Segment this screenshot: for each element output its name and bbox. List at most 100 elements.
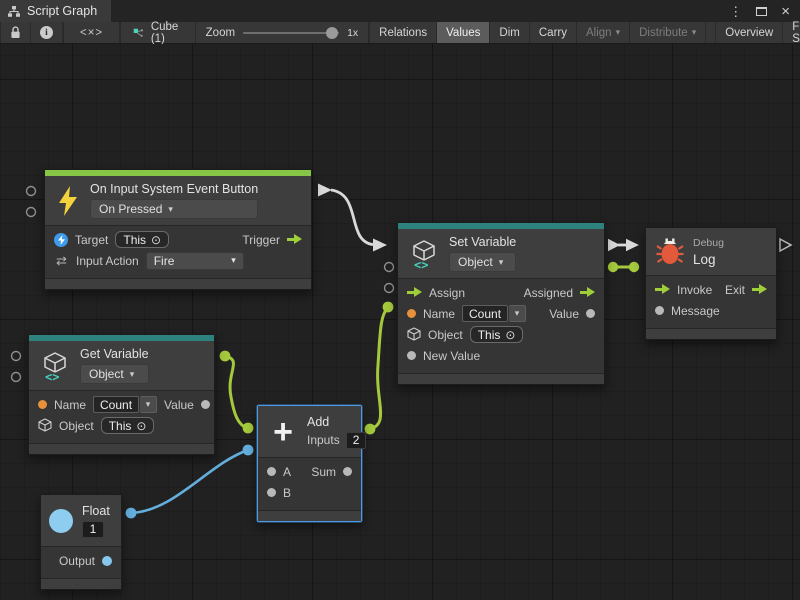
output-port[interactable] [102, 556, 112, 566]
assigned-label: Assigned [524, 286, 573, 300]
invoke-input-port[interactable] [655, 284, 670, 295]
get-variable-object-chip[interactable]: This ⊙ [101, 417, 155, 434]
sum-output-port[interactable] [343, 467, 352, 476]
relations-button[interactable]: Relations [369, 22, 437, 43]
variable-name-dropdown[interactable]: Count ▾ [93, 396, 157, 413]
object-label: Object [428, 328, 463, 342]
chevron-down-icon: ▾ [499, 257, 504, 268]
value-output-port[interactable] [586, 309, 595, 318]
set-variable-kind-dropdown[interactable]: Object ▾ [449, 252, 516, 272]
wire-trigger-start-arrow[interactable] [318, 184, 332, 197]
port-getvar-name-unconnected[interactable] [12, 352, 21, 361]
wire-getvalue-a-end[interactable] [243, 423, 254, 434]
chevron-down-icon: ▾ [616, 27, 621, 38]
assign-label: Assign [429, 286, 465, 300]
node-get-variable[interactable]: <> Get Variable Object ▾ Name Count ▾ [28, 334, 215, 455]
window-menu-icon[interactable]: ⋮ [729, 5, 742, 18]
name-input-port[interactable] [407, 309, 416, 318]
a-input-port[interactable] [267, 467, 276, 476]
event-target-value: This [123, 233, 146, 247]
port-event-action-unconnected[interactable] [27, 208, 36, 217]
wire-value-message-end[interactable] [629, 262, 639, 272]
get-variable-kind-value: Object [89, 367, 124, 381]
inputs-count-field[interactable]: 2 [346, 432, 367, 449]
assigned-output-port[interactable] [580, 287, 595, 298]
get-variable-kind-dropdown[interactable]: Object ▾ [80, 364, 149, 384]
event-mode-dropdown[interactable]: On Pressed ▾ [90, 199, 258, 219]
wire-float-b-end[interactable] [243, 445, 254, 456]
sum-label: Sum [311, 465, 336, 479]
port-setvar-object-unconnected[interactable] [385, 284, 394, 293]
node-footer [398, 373, 604, 384]
zoom-slider-knob[interactable] [326, 27, 338, 39]
dim-label: Dim [499, 27, 519, 39]
port-getvar-object-unconnected[interactable] [12, 373, 21, 382]
b-input-port[interactable] [267, 488, 276, 497]
script-graph-window: Script Graph ⋮ × i <×> [0, 0, 800, 600]
set-variable-object-chip[interactable]: This ⊙ [470, 326, 524, 343]
fullscreen-button[interactable]: Full Screen [783, 22, 800, 43]
align-button[interactable]: Align▾ [577, 22, 630, 43]
name-label: Name [54, 398, 86, 412]
node-debug-log[interactable]: Debug Log Invoke Exit Message [645, 227, 777, 340]
fullscreen-label: Full Screen [792, 21, 800, 45]
graph-target-icon [133, 26, 144, 40]
code-view-button[interactable]: <×> [64, 22, 120, 43]
values-label: Values [446, 27, 480, 39]
carry-button[interactable]: Carry [530, 22, 577, 43]
chevron-down-icon: ▾ [130, 369, 135, 380]
node-footer [29, 443, 214, 454]
input-action-dropdown[interactable]: Fire ▾ [146, 252, 244, 270]
info-icon: i [40, 26, 53, 39]
node-title: On Input System Event Button [90, 182, 258, 196]
float-value-field[interactable]: 1 [82, 521, 104, 538]
port-exit-unconnected[interactable] [780, 239, 791, 251]
inspect-button[interactable]: i [31, 22, 63, 43]
values-button[interactable]: Values [437, 22, 490, 43]
node-float-literal[interactable]: Float 1 Output [40, 494, 122, 590]
wire-float-b[interactable] [131, 450, 248, 513]
variable-cube-icon: <> [39, 350, 71, 382]
close-icon[interactable]: × [781, 4, 790, 19]
variable-name-value: Count [462, 305, 508, 322]
get-variable-object-value: This [109, 419, 132, 433]
wire-sum-newvalue[interactable] [370, 308, 388, 429]
tab-script-graph[interactable]: Script Graph [0, 0, 111, 22]
value-output-port[interactable] [201, 400, 210, 409]
assign-input-port[interactable] [407, 287, 422, 298]
output-label: Output [59, 554, 95, 568]
variable-name-dropdown[interactable]: Count ▾ [462, 305, 526, 322]
port-event-target-unconnected[interactable] [27, 187, 36, 196]
new-value-label: New Value [423, 349, 480, 363]
new-value-input-port[interactable] [407, 351, 416, 360]
event-target-object-chip[interactable]: This ⊙ [115, 231, 169, 248]
port-setvar-name-unconnected[interactable] [385, 263, 394, 272]
set-variable-kind-value: Object [458, 255, 493, 269]
dim-button[interactable]: Dim [490, 22, 529, 43]
zoom-slider[interactable] [243, 32, 339, 34]
wire-sum-newvalue-end[interactable] [383, 302, 394, 313]
wire-assigned-end-arrow[interactable] [626, 239, 639, 251]
node-title: Log [693, 252, 724, 267]
node-set-variable[interactable]: <> Set Variable Object ▾ Assign Assigned [397, 222, 605, 385]
lock-button[interactable] [0, 22, 31, 43]
node-add[interactable]: + Add Inputs 2 A Sum [257, 405, 362, 522]
maximize-icon[interactable] [756, 7, 767, 16]
node-category: Debug [693, 237, 724, 249]
wire-getvalue-a[interactable] [225, 356, 247, 428]
wire-trigger-end-arrow[interactable] [373, 239, 387, 252]
distribute-button[interactable]: Distribute▾ [630, 22, 706, 43]
name-input-port[interactable] [38, 400, 47, 409]
graph-canvas[interactable]: On Input System Event Button On Pressed … [0, 44, 800, 600]
message-label: Message [671, 304, 720, 318]
message-input-port[interactable] [655, 306, 664, 315]
graph-target-button[interactable]: Cube (1) [121, 22, 196, 43]
trigger-output-port[interactable] [287, 234, 302, 245]
node-on-input-system-event-button[interactable]: On Input System Event Button On Pressed … [44, 169, 312, 290]
wire-trigger-assign[interactable] [331, 190, 373, 245]
exit-output-port[interactable] [752, 284, 767, 295]
angle-brackets-icon: <×> [80, 27, 103, 39]
target-label: Target [75, 233, 108, 247]
node-footer [45, 278, 311, 289]
overview-button[interactable]: Overview [716, 22, 783, 43]
